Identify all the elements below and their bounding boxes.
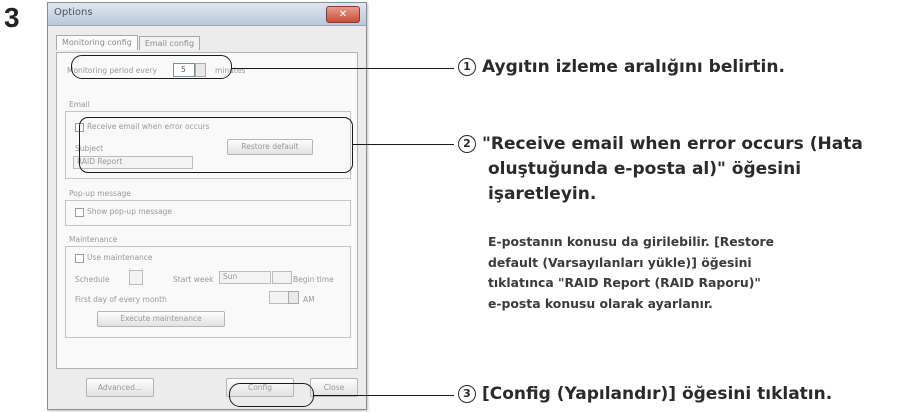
begin-time-input[interactable] [272,271,292,284]
annotation-3-number: 3 [458,385,476,403]
annotation-1: 1 Aygıtın izleme aralığını belirtin. [458,55,785,80]
callout-email [79,117,353,173]
show-popup-label: Show pop-up message [87,207,173,216]
use-maintenance-label: Use maintenance [87,253,153,262]
annotation-2-line-1: "Receive email when error occurs (Hata [482,134,863,154]
annotation-2-line-3: işaretleyin. [488,184,597,204]
begin-time-label: Begin time [293,275,334,284]
email-group-label: Email [69,100,90,109]
close-icon[interactable]: ✕ [326,6,360,23]
leader-line-2 [353,144,454,145]
annotation-2-note-line-1: E-postanın konusu da girilebilir. [Resto… [488,234,774,249]
annotation-3: 3 [Config (Yapılandır)] öğesini tıklatın. [458,382,832,407]
annotation-1-text: Aygıtın izleme aralığını belirtin. [482,57,785,77]
start-week-value: Sun [223,272,238,281]
show-popup-checkbox[interactable] [75,208,84,217]
tab-bar: Monitoring config Email config [56,35,201,52]
tab-panel: Monitoring period every 5 minutes Email … [56,52,358,369]
start-week-select[interactable]: Sun [219,271,271,284]
advanced-button[interactable]: Advanced... [86,378,154,397]
step-number: 3 [4,2,20,33]
annotation-2-note-line-2: default (Varsayılanları yükle)] öğesini [488,254,752,270]
popup-group-label: Pop-up message [69,189,131,198]
time-hour-input[interactable] [269,291,289,304]
tab-email-config[interactable]: Email config [138,36,201,50]
callout-monitoring [71,55,232,79]
annotation-2-note-line-4: e-posta konusu olarak ayarlanır. [488,295,713,311]
annotation-1-number: 1 [458,58,476,76]
dialog-titlebar: Options ✕ [48,3,366,26]
start-week-label: Start week [173,275,214,284]
leader-line-3 [314,395,454,396]
first-day-label: First day of every month [75,295,167,304]
annotation-2-line-2: oluştuğunda e-posta al)" öğesini [488,159,802,179]
leader-line-1 [232,68,454,69]
annotation-2-number: 2 [458,135,476,153]
schedule-label: Schedule [75,275,110,284]
maintenance-group-label: Maintenance [69,235,118,244]
tab-monitoring-config[interactable]: Monitoring config [56,35,138,50]
schedule-input[interactable] [129,270,143,285]
annotation-2-note: E-postanın konusu da girilebilir. [Resto… [488,232,774,314]
use-maintenance-checkbox[interactable] [75,254,84,263]
annotation-2-note-line-3: tıklatınca "RAID Report (RAID Raporu)" [488,275,761,290]
annotation-3-text: [Config (Yapılandır)] öğesini tıklatın. [482,384,833,404]
callout-config [229,383,314,407]
dialog-title: Options [54,7,93,18]
execute-maintenance-button[interactable]: Execute maintenance [97,311,225,327]
annotation-2: 2 "Receive email when error occurs (Hata … [458,132,863,207]
time-spinner[interactable] [288,291,299,304]
time-am-label: AM [303,295,315,304]
